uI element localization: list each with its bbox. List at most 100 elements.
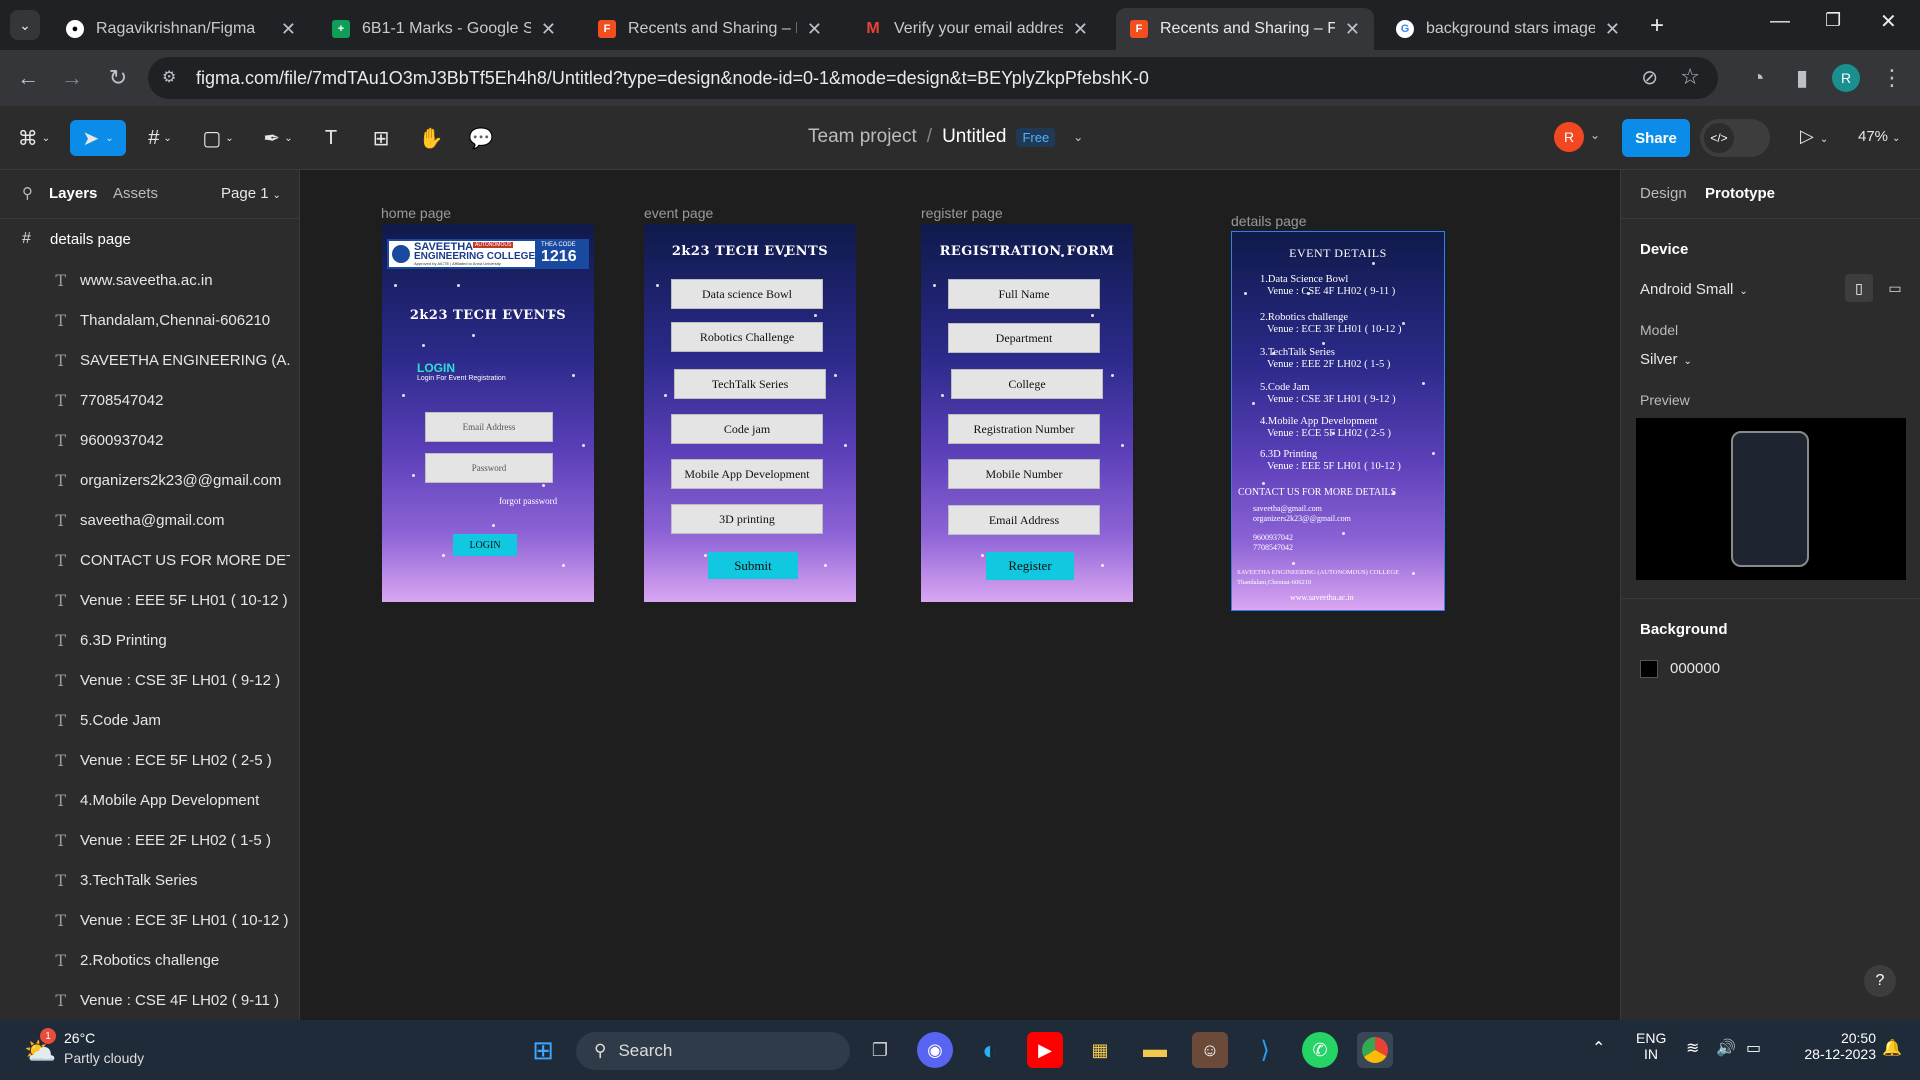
whatsapp-icon[interactable]: ✆	[1302, 1032, 1338, 1068]
event-option-button[interactable]: Robotics Challenge	[671, 322, 823, 352]
layer-item[interactable]: T Thandalam,Chennai-606210	[0, 300, 300, 340]
chrome-icon[interactable]	[1357, 1032, 1393, 1068]
bookmark-star-icon[interactable]: ☆	[1680, 64, 1700, 90]
tab-search-button[interactable]: ⌄	[10, 10, 40, 40]
background-hex[interactable]: 000000	[1670, 660, 1720, 677]
main-menu-icon[interactable]: ⌘ ⌄	[14, 120, 54, 156]
file-explorer-icon[interactable]: ▬	[1137, 1032, 1173, 1068]
reload-icon[interactable]: ↻	[104, 64, 132, 92]
wifi-icon[interactable]: ≋	[1686, 1038, 1699, 1058]
present-play-icon[interactable]: ▷ ⌄	[1800, 126, 1828, 147]
new-tab-icon[interactable]: +	[1650, 12, 1664, 40]
frame-home-page[interactable]: SAVEETHA AUTONOMOUS ENGINEERING COLLEGE …	[382, 224, 594, 602]
battery-icon[interactable]: ▭	[1746, 1038, 1761, 1058]
comment-tool-icon[interactable]: 💬	[466, 120, 496, 156]
event-option-button[interactable]: 3D printing	[671, 504, 823, 534]
layer-item[interactable]: T 3.TechTalk Series	[0, 860, 300, 900]
close-icon[interactable]: ✕	[1605, 19, 1620, 40]
dev-mode-toggle[interactable]: </>	[1700, 119, 1770, 157]
design-canvas[interactable]: home page SAVEETHA AUTONOMOUS ENGINEERIN…	[300, 170, 1620, 1020]
clock[interactable]: 20:50 28-12-2023	[1786, 1030, 1876, 1062]
event-option-button[interactable]: Data science Bowl	[671, 279, 823, 309]
youtube-icon[interactable]: ▶	[1027, 1032, 1063, 1068]
event-option-button[interactable]: Code jam	[671, 414, 823, 444]
frame-tool-icon[interactable]: # ⌄	[140, 120, 180, 156]
close-icon[interactable]: ✕	[1073, 19, 1088, 40]
profile-avatar[interactable]: R	[1832, 64, 1860, 92]
text-tool-icon[interactable]: T	[316, 120, 346, 156]
landscape-icon[interactable]: ▭	[1881, 274, 1909, 302]
background-swatch[interactable]	[1640, 660, 1658, 678]
portrait-icon[interactable]: ▯	[1845, 274, 1873, 302]
layer-item[interactable]: Tsaveetha@gmail.com	[0, 500, 300, 540]
shape-tool-icon[interactable]: ▢ ⌄	[196, 120, 240, 156]
layer-item[interactable]: T 6.3D Printing	[0, 620, 300, 660]
submit-button[interactable]: Submit	[708, 552, 798, 579]
register-input-field[interactable]: College	[951, 369, 1103, 399]
layer-item[interactable]: T Venue : EEE 2F LH02 ( 1-5 )	[0, 820, 300, 860]
tab-assets[interactable]: Assets	[113, 185, 158, 202]
more-menu-icon[interactable]: ⋮	[1878, 64, 1906, 92]
chevron-down-icon[interactable]: ⌄	[1073, 130, 1083, 144]
layer-item[interactable]: T 9600937042	[0, 420, 300, 460]
register-input-field[interactable]: Mobile Number	[948, 459, 1100, 489]
register-input-field[interactable]: Full Name	[948, 279, 1100, 309]
frame-label-details[interactable]: details page	[1231, 213, 1307, 229]
notification-bell-icon[interactable]: 🔔	[1882, 1038, 1902, 1058]
layer-item[interactable]: T 2.Robotics challenge	[0, 940, 300, 980]
layer-frame-details-page[interactable]: details page	[50, 231, 131, 248]
back-icon[interactable]: ←	[14, 64, 42, 92]
url-field[interactable]: ⚙ figma.com/file/7mdTAu1O3mJ3BbTf5Eh4h8/…	[148, 57, 1718, 99]
weather-widget[interactable]: ⛅ 1	[24, 1028, 58, 1066]
restore-icon[interactable]: ❐	[1825, 10, 1841, 31]
no-tracking-icon[interactable]: ⊘	[1641, 65, 1658, 90]
move-tool-icon[interactable]: ➤ ⌄	[70, 120, 126, 156]
pen-tool-icon[interactable]: ✒ ⌄	[256, 120, 300, 156]
windows-start-icon[interactable]: ⊞	[525, 1032, 561, 1068]
zoom-level[interactable]: 47% ⌄	[1858, 128, 1900, 145]
photo-app-icon[interactable]: ☺	[1192, 1032, 1228, 1068]
team-name[interactable]: Team project	[808, 126, 917, 148]
register-input-field[interactable]: Email Address	[948, 505, 1100, 535]
frame-label-event[interactable]: event page	[644, 205, 713, 221]
browser-tab[interactable]: + 6B1-1 Marks - Google She ✕	[318, 8, 570, 50]
browser-tab[interactable]: M Verify your email address ✕	[850, 8, 1102, 50]
event-option-button[interactable]: Mobile App Development	[671, 459, 823, 489]
layer-item[interactable]: T CONTACT US FOR MORE DET...	[0, 540, 300, 580]
side-panel-icon[interactable]: ▮	[1788, 64, 1816, 92]
taskbar-search[interactable]: ⚲ Search	[576, 1032, 850, 1070]
layer-item[interactable]: T Venue : CSE 3F LH01 ( 9-12 )	[0, 660, 300, 700]
password-field[interactable]: Password	[425, 453, 553, 483]
event-option-button[interactable]: TechTalk Series	[674, 369, 826, 399]
task-view-icon[interactable]: ❐	[862, 1032, 898, 1068]
browser-tab[interactable]: G background stars images ✕	[1382, 8, 1634, 50]
frame-event-page[interactable]: 2k23 TECH EVENTS Data science Bowl Roboti…	[644, 224, 856, 602]
close-icon[interactable]: ✕	[281, 19, 296, 40]
close-icon[interactable]: ✕	[1345, 19, 1360, 40]
page-selector[interactable]: Page 1 ⌄	[221, 185, 281, 202]
model-dropdown[interactable]: Silver ⌄	[1640, 351, 1692, 368]
register-button[interactable]: Register	[986, 552, 1074, 580]
vscode-icon[interactable]: ⟩	[1247, 1032, 1283, 1068]
layer-item[interactable]: Twww.saveetha.ac.in	[0, 260, 300, 300]
hand-tool-icon[interactable]: ✋	[416, 120, 446, 156]
device-dropdown[interactable]: Android Small ⌄	[1640, 281, 1748, 298]
site-info-icon[interactable]: ⚙	[162, 67, 176, 87]
layer-item[interactable]: T Venue : ECE 3F LH01 ( 10-12 )	[0, 900, 300, 940]
tab-design[interactable]: Design	[1640, 185, 1687, 202]
forgot-password-link[interactable]: forgot password	[499, 496, 557, 506]
layer-item[interactable]: T 5.Code Jam	[0, 700, 300, 740]
minimize-icon[interactable]: —	[1770, 10, 1790, 33]
help-button[interactable]: ?	[1864, 965, 1896, 997]
layer-item[interactable]: Torganizers2k23@@gmail.com	[0, 460, 300, 500]
layer-item[interactable]: T Venue : EEE 5F LH01 ( 10-12 )	[0, 580, 300, 620]
browser-tab[interactable]: F Recents and Sharing – Figm ✕	[584, 8, 836, 50]
file-name[interactable]: Untitled	[942, 126, 1006, 148]
chevron-down-icon[interactable]: ⌄	[1590, 128, 1600, 142]
layer-item[interactable]: T 4.Mobile App Development	[0, 780, 300, 820]
microsoft-store-icon[interactable]: ▦	[1082, 1032, 1118, 1068]
user-avatar[interactable]: R	[1554, 122, 1584, 152]
frame-register-page[interactable]: REGISTRATION FORM Full Name Department Col…	[921, 224, 1133, 602]
edge-icon[interactable]: ◐	[972, 1032, 1008, 1068]
layer-item[interactable]: T Venue : ECE 5F LH02 ( 2-5 )	[0, 740, 300, 780]
